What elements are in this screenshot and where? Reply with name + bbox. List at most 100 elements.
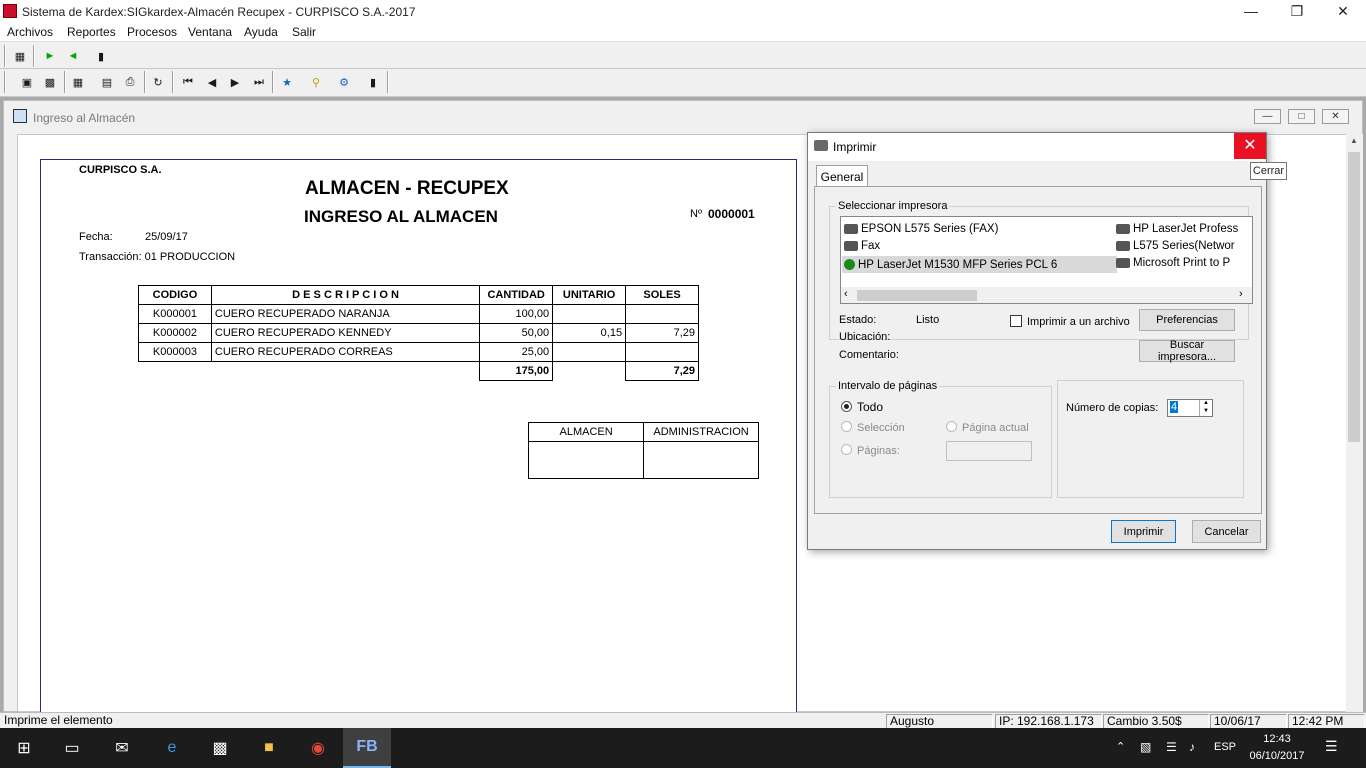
scroll-up-icon[interactable]: ▲ (1350, 136, 1358, 145)
chrome-icon[interactable]: ◉ (294, 728, 342, 768)
windows-start-icon[interactable]: ⊞ (0, 728, 48, 768)
restore-icon[interactable]: ❐ (1274, 0, 1320, 23)
menu-salir[interactable]: Salir (292, 25, 316, 39)
preferencias-button[interactable]: Preferencias (1139, 309, 1235, 331)
dialog-titlebar: Imprimir ✕ (808, 133, 1266, 161)
clock-date[interactable]: 06/10/2017 (1244, 750, 1310, 762)
grid-icon[interactable]: ▦ (11, 47, 29, 65)
table-icon[interactable]: ▦ (69, 73, 87, 91)
radio-off-icon (841, 444, 852, 455)
store-icon[interactable]: ▩ (196, 728, 244, 768)
mail-icon[interactable]: ✉ (98, 728, 146, 768)
radio-seleccion[interactable]: Selección (841, 421, 905, 434)
close-tooltip: Cerrar (1250, 162, 1287, 180)
scroll-left-icon[interactable]: ‹ (844, 288, 848, 300)
printer-icon (844, 241, 858, 251)
enter-icon[interactable]: ► (41, 47, 59, 65)
tray-chevron-icon[interactable]: ⌃ (1116, 740, 1125, 753)
close-icon[interactable]: ✕ (1320, 0, 1366, 23)
report-window-icon (13, 109, 27, 123)
notification-icon[interactable]: ☰ (1325, 738, 1338, 755)
printer-item[interactable]: L575 Series(Networ (1116, 240, 1235, 252)
cancelar-button[interactable]: Cancelar (1192, 520, 1261, 543)
imprimir-button[interactable]: Imprimir (1111, 520, 1176, 543)
printer-icon (814, 140, 828, 151)
radio-pagina-actual[interactable]: Página actual (946, 421, 1029, 434)
report-vscroll[interactable]: ▲ (1346, 134, 1363, 712)
export-icon[interactable]: ▩ (41, 73, 59, 91)
child-restore-icon[interactable]: □ (1288, 109, 1315, 124)
buscar-impresora-button[interactable]: Buscar impresora... (1139, 339, 1235, 363)
menu-ayuda[interactable]: Ayuda (244, 25, 278, 39)
table-row: K000001 CUERO RECUPERADO NARANJA 100,00 (138, 304, 699, 324)
printer-list[interactable]: EPSON L575 Series (FAX) Fax HP LaserJet … (840, 216, 1253, 304)
minimize-icon[interactable]: — (1228, 0, 1274, 23)
printer-icon (1116, 258, 1130, 268)
next-page-icon[interactable]: ▶ (226, 73, 244, 91)
menu-archivos[interactable]: Archivos (7, 25, 53, 39)
child-close-icon[interactable]: ✕ (1322, 109, 1349, 124)
table-row: K000002 CUERO RECUPERADO KENNEDY 50,00 0… (138, 323, 699, 343)
page-setup-icon[interactable]: ▤ (98, 73, 116, 91)
cell-descripcion: CUERO RECUPERADO KENNEDY (210, 323, 481, 343)
radio-off-icon (841, 421, 852, 432)
stepper-down-icon[interactable]: ▼ (1199, 408, 1212, 416)
zoom-icon[interactable]: ★ (278, 73, 296, 91)
menu-procesos[interactable]: Procesos (127, 25, 177, 39)
table-row: K000003 CUERO RECUPERADO CORREAS 25,00 (138, 342, 699, 362)
paginas-input[interactable] (946, 441, 1032, 461)
status-date: 10/06/17 (1210, 714, 1287, 729)
status-bar: Imprime el elemento Augusto IP: 192.168.… (0, 712, 1366, 729)
printer-item[interactable]: Fax (844, 240, 880, 252)
language-indicator[interactable]: ESP (1214, 741, 1236, 753)
explorer-icon[interactable]: ■ (245, 728, 293, 768)
transaccion: Transacción: 01 PRODUCCION (79, 251, 236, 263)
prev-page-icon[interactable]: ◀ (203, 73, 221, 91)
status-message: Imprime el elemento (4, 713, 113, 727)
clock-time[interactable]: 12:43 (1250, 733, 1304, 745)
exit-green-icon[interactable]: ◄ (64, 47, 82, 65)
copies-stepper[interactable]: 4 ▲ ▼ (1167, 399, 1213, 417)
printer-item-selected[interactable]: HP LaserJet M1530 MFP Series PCL 6 (842, 256, 1117, 273)
save-icon[interactable]: ▣ (18, 73, 36, 91)
tab-general[interactable]: General (816, 165, 868, 187)
dialog-close-icon[interactable]: ✕ (1234, 133, 1266, 159)
menu-ventana[interactable]: Ventana (188, 25, 232, 39)
total-cantidad: 175,00 (479, 361, 554, 381)
toolbar-main: ▦ ► ◄ ▮ (0, 43, 1366, 69)
close-report-icon[interactable]: ▮ (364, 73, 382, 91)
refresh-icon[interactable]: ↻ (149, 73, 167, 91)
app-taskbar-icon[interactable]: FB (343, 728, 391, 768)
copies-value[interactable]: 4 (1170, 401, 1179, 413)
printer-icon (1116, 241, 1130, 251)
print-to-file-checkbox[interactable] (1010, 315, 1022, 327)
printer-list-hscroll[interactable]: ‹ › (841, 287, 1252, 303)
door-exit-icon[interactable]: ▮ (92, 47, 110, 65)
network-icon[interactable]: ▧ (1140, 740, 1151, 754)
document-number: 0000001 (708, 207, 755, 221)
print-icon[interactable]: ⎙ (121, 73, 139, 91)
hscroll-thumb[interactable] (857, 290, 977, 301)
radio-paginas[interactable]: Páginas: (841, 444, 900, 457)
edge-icon[interactable]: e (148, 728, 196, 768)
first-page-icon[interactable]: ⏮ (179, 73, 197, 91)
volume-icon[interactable]: ♪ (1189, 740, 1195, 754)
report-page: CURPISCO S.A. ALMACEN - RECUPEX INGRESO … (40, 159, 797, 719)
cell-soles (625, 304, 699, 324)
stepper-up-icon[interactable]: ▲ (1199, 400, 1212, 408)
radio-todo[interactable]: Todo (841, 400, 883, 414)
printer-item[interactable]: Microsoft Print to P (1116, 257, 1230, 269)
wifi-icon[interactable]: ☰ (1166, 740, 1177, 754)
child-minimize-icon[interactable]: — (1254, 109, 1281, 124)
scroll-right-icon[interactable]: › (1239, 288, 1243, 300)
task-view-icon[interactable]: ▭ (48, 728, 96, 768)
printer-item[interactable]: EPSON L575 Series (FAX) (844, 223, 998, 235)
window-title: Sistema de Kardex:SIGkardex-Almacén Recu… (22, 5, 416, 19)
menu-reportes[interactable]: Reportes (67, 25, 116, 39)
last-page-icon[interactable]: ⏭ (250, 73, 268, 91)
find-icon[interactable]: ⚙ (335, 73, 353, 91)
search-icon[interactable]: ⚲ (307, 73, 325, 91)
scroll-thumb[interactable] (1348, 152, 1360, 442)
printer-item[interactable]: HP LaserJet Profess (1116, 223, 1238, 235)
number-label: Nº (690, 208, 702, 220)
